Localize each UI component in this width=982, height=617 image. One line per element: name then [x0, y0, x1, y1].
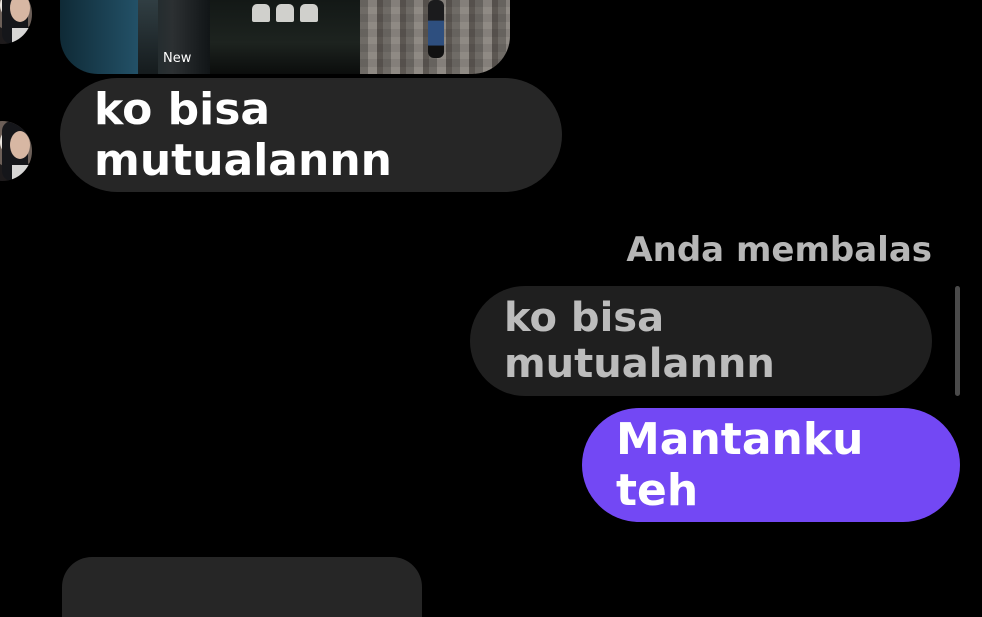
incoming-message-bubble[interactable]: ko bisa mutualannn [60, 78, 562, 192]
contact-avatar[interactable] [0, 121, 32, 181]
new-badge: New [163, 51, 192, 66]
shoe-icon [276, 4, 294, 22]
person-figure [428, 0, 444, 58]
thumb-divider [138, 0, 158, 74]
quoted-message[interactable]: ko bisa mutualannn [470, 286, 932, 396]
avatar-shirt [12, 165, 32, 181]
story-thumb-3[interactable] [360, 0, 510, 74]
incoming-message-bubble-partial[interactable] [62, 557, 422, 617]
shoe-icon [252, 4, 270, 22]
avatar-face [10, 131, 30, 159]
shoe-icon [300, 4, 318, 22]
reply-indicator-bar [955, 286, 960, 396]
outgoing-message-bubble[interactable]: Mantanku teh [582, 408, 960, 522]
reply-header: Anda membalas [626, 230, 932, 270]
contact-avatar[interactable] [0, 0, 32, 44]
avatar-shirt [12, 28, 32, 44]
story-thumb-2[interactable] [210, 0, 360, 74]
shared-story-preview[interactable] [60, 0, 510, 74]
